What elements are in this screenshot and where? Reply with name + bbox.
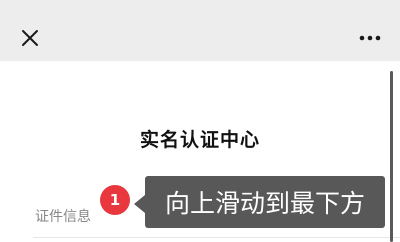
nav-bar	[0, 0, 400, 61]
page: 实名认证中心 证件信息 1 向上滑动到最下方	[0, 0, 400, 242]
tooltip-arrow	[134, 195, 145, 213]
id-info-label: 证件信息	[35, 209, 91, 225]
close-button[interactable]	[14, 22, 46, 54]
instruction-tooltip: 向上滑动到最下方	[145, 176, 385, 228]
more-button[interactable]	[352, 22, 388, 54]
close-icon	[22, 30, 38, 46]
scrollbar[interactable]	[390, 71, 393, 242]
step-badge: 1	[100, 185, 130, 215]
divider	[33, 237, 400, 238]
more-horizontal-icon	[359, 35, 381, 41]
page-title: 实名认证中心	[139, 129, 260, 151]
